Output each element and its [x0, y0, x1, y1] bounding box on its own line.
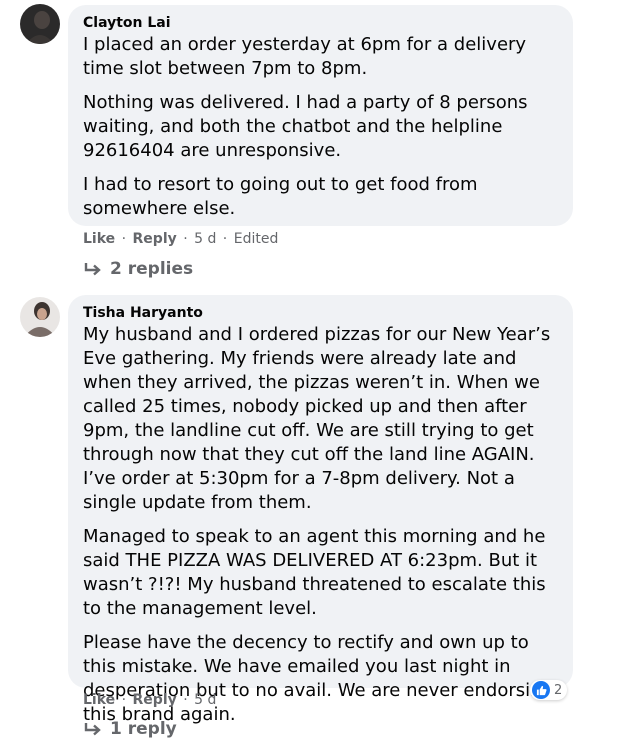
view-replies-button[interactable]: 2 replies — [83, 258, 193, 280]
comment-text: I placed an order yesterday at 6pm for a… — [83, 34, 527, 79]
reaction-count: 2 — [554, 682, 563, 698]
replies-count: 1 reply — [110, 719, 177, 739]
reply-button[interactable]: Reply — [133, 231, 177, 247]
reaction-badge[interactable]: 2 — [530, 680, 568, 700]
like-reaction-icon — [532, 681, 550, 699]
comment-text: I had to resort to going out to get food… — [83, 174, 478, 219]
comment-text: Please have the decency to rectify and o… — [83, 632, 553, 725]
replies-count: 2 replies — [110, 259, 194, 279]
comment-text: My husband and I ordered pizzas for our … — [83, 324, 551, 513]
comment-author[interactable]: Clayton Lai — [83, 14, 558, 32]
comment-author[interactable]: Tisha Haryanto — [83, 304, 558, 322]
reply-arrow-icon — [84, 263, 101, 276]
reply-arrow-icon — [84, 723, 101, 736]
view-replies-button[interactable]: 1 reply — [83, 718, 177, 740]
comment-bubble: Tisha Haryanto My husband and I ordered … — [68, 295, 573, 725]
avatar[interactable] — [20, 4, 60, 44]
like-button[interactable]: Like — [83, 231, 115, 247]
comment-timestamp[interactable]: 5 d — [194, 231, 216, 247]
edited-label: Edited — [233, 231, 279, 247]
avatar[interactable] — [20, 297, 60, 337]
comment-actions: Like · Reply · 5 d · Edited — [83, 231, 279, 247]
comment-text: Nothing was delivered. I had a party of … — [83, 92, 528, 161]
comment-actions: Like · Reply · 5 d — [83, 692, 217, 708]
comment-bubble: Clayton Lai I placed an order yesterday … — [68, 5, 573, 226]
comment-timestamp[interactable]: 5 d — [194, 692, 216, 708]
like-button[interactable]: Like — [83, 692, 115, 708]
reply-button[interactable]: Reply — [133, 692, 177, 708]
comment-text: Managed to speak to an agent this mornin… — [83, 526, 546, 619]
